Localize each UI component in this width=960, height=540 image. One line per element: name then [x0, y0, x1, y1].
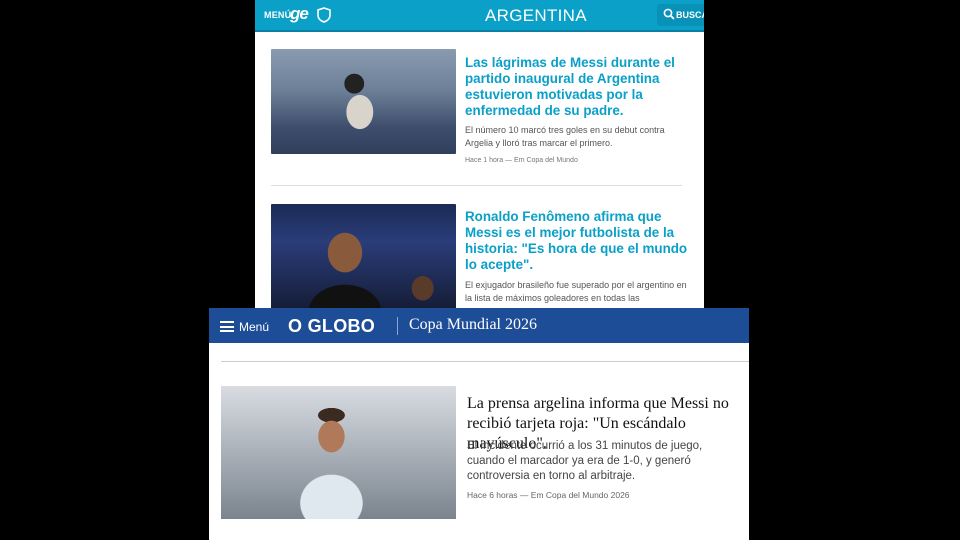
oglobo-divider [221, 361, 749, 362]
oglobo-article-image-messi[interactable] [221, 386, 456, 519]
ge-article-meta: Hace 1 hora — Em Copa del Mundo [465, 157, 578, 164]
oglobo-section-title[interactable]: Copa Mundial 2026 [409, 316, 537, 334]
ge-article-title[interactable]: Ronaldo Fenômeno afirma que Messi es el … [465, 209, 690, 273]
oglobo-article-summary: El incidente ocurrió a los 31 minutos de… [467, 440, 703, 482]
oglobo-menu-button[interactable]: Menú [239, 320, 269, 334]
oglobo-page: Menú O GLOBO Copa Mundial 2026 La prensa… [209, 308, 749, 540]
ge-article-summary: El exjugador brasileño fue superado por … [465, 280, 687, 303]
ge-logo[interactable]: ge [290, 4, 309, 24]
ge-article-image-ronaldo[interactable] [271, 204, 456, 312]
oglobo-logo[interactable]: O GLOBO [288, 316, 375, 337]
ge-header-divider [255, 30, 704, 32]
oglobo-header: Menú O GLOBO Copa Mundial 2026 [209, 308, 749, 343]
menu-icon[interactable] [220, 321, 234, 332]
shield-icon[interactable] [317, 7, 331, 23]
ge-search-button[interactable]: BUSCAR [657, 4, 704, 26]
ge-search-label: BUSCAR [676, 10, 704, 20]
ge-article-summary: El número 10 marcó tres goles en su debu… [465, 125, 665, 148]
oglobo-header-separator [397, 317, 398, 335]
ge-header: MENÚ ge ARGENTINA BUSCAR [255, 0, 704, 30]
ge-article-divider [271, 185, 682, 186]
ge-article-image-messi[interactable] [271, 49, 456, 154]
ge-menu-button[interactable]: MENÚ [264, 10, 291, 20]
oglobo-article-meta: Hace 6 horas — Em Copa del Mundo 2026 [467, 490, 630, 500]
ge-article-title[interactable]: Las lágrimas de Messi durante el partido… [465, 55, 690, 119]
ge-page: MENÚ ge ARGENTINA BUSCAR Las lágrimas de… [255, 0, 704, 312]
ge-section-title: ARGENTINA [485, 6, 587, 25]
search-icon [663, 8, 675, 20]
